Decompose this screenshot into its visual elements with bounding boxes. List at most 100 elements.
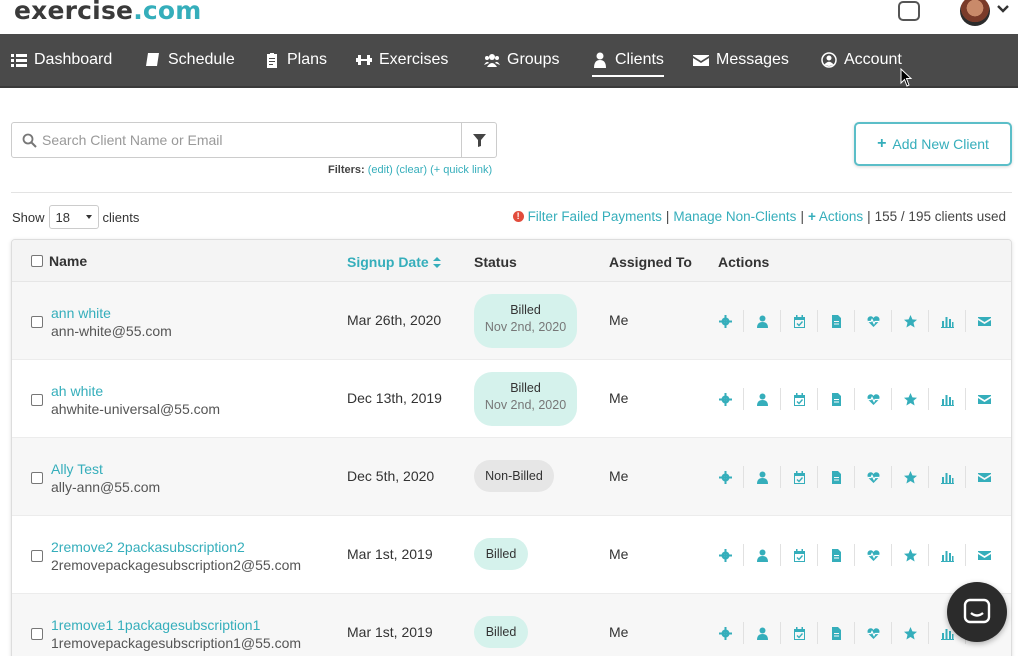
- action-user-button[interactable]: [744, 466, 781, 488]
- action-star-button[interactable]: [892, 466, 929, 488]
- filters-edit-link[interactable]: (edit): [368, 164, 393, 176]
- row-checkbox[interactable]: [31, 628, 43, 640]
- action-heartbeat-button[interactable]: [855, 622, 892, 644]
- main-nav: Dashboard Schedule Plans Exercises Group…: [0, 34, 1018, 88]
- action-calendar-button[interactable]: [781, 544, 818, 566]
- action-user-button[interactable]: [744, 544, 781, 566]
- quick-link[interactable]: (+ quick link): [430, 164, 492, 176]
- gear-icon: [718, 314, 732, 328]
- chevron-down-icon[interactable]: [996, 2, 1010, 16]
- col-actions: Actions: [718, 254, 770, 270]
- clipboard-icon: [267, 53, 277, 68]
- action-heartbeat-button[interactable]: [855, 466, 892, 488]
- action-envelope-button[interactable]: [966, 388, 1003, 410]
- nav-label: Plans: [287, 51, 328, 68]
- action-user-button[interactable]: [744, 310, 781, 332]
- action-envelope-button[interactable]: [966, 544, 1003, 566]
- star-icon: [903, 392, 917, 405]
- envelope-icon: [978, 316, 991, 326]
- nav-exercises[interactable]: Exercises: [356, 34, 448, 86]
- nav-messages[interactable]: Messages: [693, 34, 789, 86]
- action-calendar-button[interactable]: [781, 622, 818, 644]
- client-name-link[interactable]: 2remove2 2packasubscription2: [51, 538, 301, 556]
- action-heartbeat-button[interactable]: [855, 310, 892, 332]
- client-name-link[interactable]: ann white: [51, 304, 172, 322]
- action-bar-chart-button[interactable]: [929, 310, 966, 332]
- sort-icon: [432, 257, 441, 268]
- logo[interactable]: exercise.com: [14, 0, 202, 25]
- select-all-checkbox[interactable]: [31, 255, 43, 267]
- logo-text: exercise: [14, 0, 134, 25]
- calendar-icon: [793, 392, 805, 406]
- manage-non-clients-link[interactable]: Manage Non-Clients: [673, 209, 796, 224]
- action-star-button[interactable]: [892, 544, 929, 566]
- filters-clear-link[interactable]: (clear): [396, 164, 427, 176]
- action-calendar-button[interactable]: [781, 466, 818, 488]
- warning-icon: !: [512, 211, 524, 222]
- add-new-client-button[interactable]: + Add New Client: [854, 122, 1012, 166]
- action-envelope-button[interactable]: [966, 310, 1003, 332]
- action-gear-button[interactable]: [707, 466, 744, 488]
- document-icon: [831, 626, 841, 640]
- action-heartbeat-button[interactable]: [855, 544, 892, 566]
- action-user-button[interactable]: [744, 622, 781, 644]
- filters-label: Filters:: [328, 164, 365, 176]
- action-gear-button[interactable]: [707, 310, 744, 332]
- action-heartbeat-button[interactable]: [855, 388, 892, 410]
- action-star-button[interactable]: [892, 622, 929, 644]
- search-input[interactable]: [42, 123, 462, 157]
- client-name-link[interactable]: 1remove1 1packagesubscription1: [51, 616, 301, 634]
- action-document-button[interactable]: [818, 622, 855, 644]
- filter-failed-payments-link[interactable]: Filter Failed Payments: [528, 209, 662, 224]
- nav-clients[interactable]: Clients: [592, 34, 664, 86]
- status-text: Billed: [510, 303, 541, 317]
- row-checkbox[interactable]: [31, 550, 43, 562]
- action-document-button[interactable]: [818, 466, 855, 488]
- row-checkbox[interactable]: [31, 316, 43, 328]
- client-name-link[interactable]: ah white: [51, 382, 220, 400]
- action-document-button[interactable]: [818, 310, 855, 332]
- row-checkbox[interactable]: [31, 472, 43, 484]
- heartbeat-icon: [867, 393, 879, 405]
- dumbbell-icon: [356, 55, 372, 65]
- add-client-label: Add New Client: [892, 136, 989, 152]
- action-gear-button[interactable]: [707, 388, 744, 410]
- signup-date: Mar 26th, 2020: [347, 312, 442, 328]
- action-document-button[interactable]: [818, 544, 855, 566]
- client-name-link[interactable]: Ally Test: [51, 460, 160, 478]
- filter-button[interactable]: [461, 123, 496, 157]
- status-badge: Billed Nov 2nd, 2020: [474, 372, 577, 426]
- action-bar-chart-button[interactable]: [929, 388, 966, 410]
- nav-groups[interactable]: Groups: [484, 34, 559, 86]
- nav-schedule[interactable]: Schedule: [145, 34, 235, 86]
- heartbeat-icon: [867, 315, 879, 327]
- action-star-button[interactable]: [892, 310, 929, 332]
- actions-link[interactable]: + Actions: [808, 209, 863, 224]
- action-document-button[interactable]: [818, 388, 855, 410]
- action-bar-chart-button[interactable]: [929, 466, 966, 488]
- action-gear-button[interactable]: [707, 544, 744, 566]
- nav-account[interactable]: Account: [821, 34, 902, 86]
- user-icon: [756, 315, 768, 328]
- client-cell: Ally Test ally-ann@55.com: [51, 460, 160, 497]
- user-icon: [594, 52, 606, 68]
- action-gear-button[interactable]: [707, 622, 744, 644]
- square-icon[interactable]: [898, 1, 920, 21]
- chat-launcher-button[interactable]: [947, 582, 1007, 642]
- action-envelope-button[interactable]: [966, 466, 1003, 488]
- action-bar-chart-button[interactable]: [929, 544, 966, 566]
- nav-dashboard[interactable]: Dashboard: [11, 34, 112, 86]
- avatar[interactable]: [960, 0, 990, 26]
- action-calendar-button[interactable]: [781, 310, 818, 332]
- action-star-button[interactable]: [892, 388, 929, 410]
- status-badge: Billed: [474, 616, 528, 648]
- divider: [11, 192, 1012, 193]
- document-icon: [831, 548, 841, 562]
- nav-plans[interactable]: Plans: [264, 34, 327, 86]
- col-signup-date[interactable]: Signup Date: [347, 254, 441, 270]
- action-calendar-button[interactable]: [781, 388, 818, 410]
- row-checkbox[interactable]: [31, 394, 43, 406]
- chat-icon: [963, 598, 991, 624]
- page-size-select[interactable]: 18: [48, 205, 99, 229]
- action-user-button[interactable]: [744, 388, 781, 410]
